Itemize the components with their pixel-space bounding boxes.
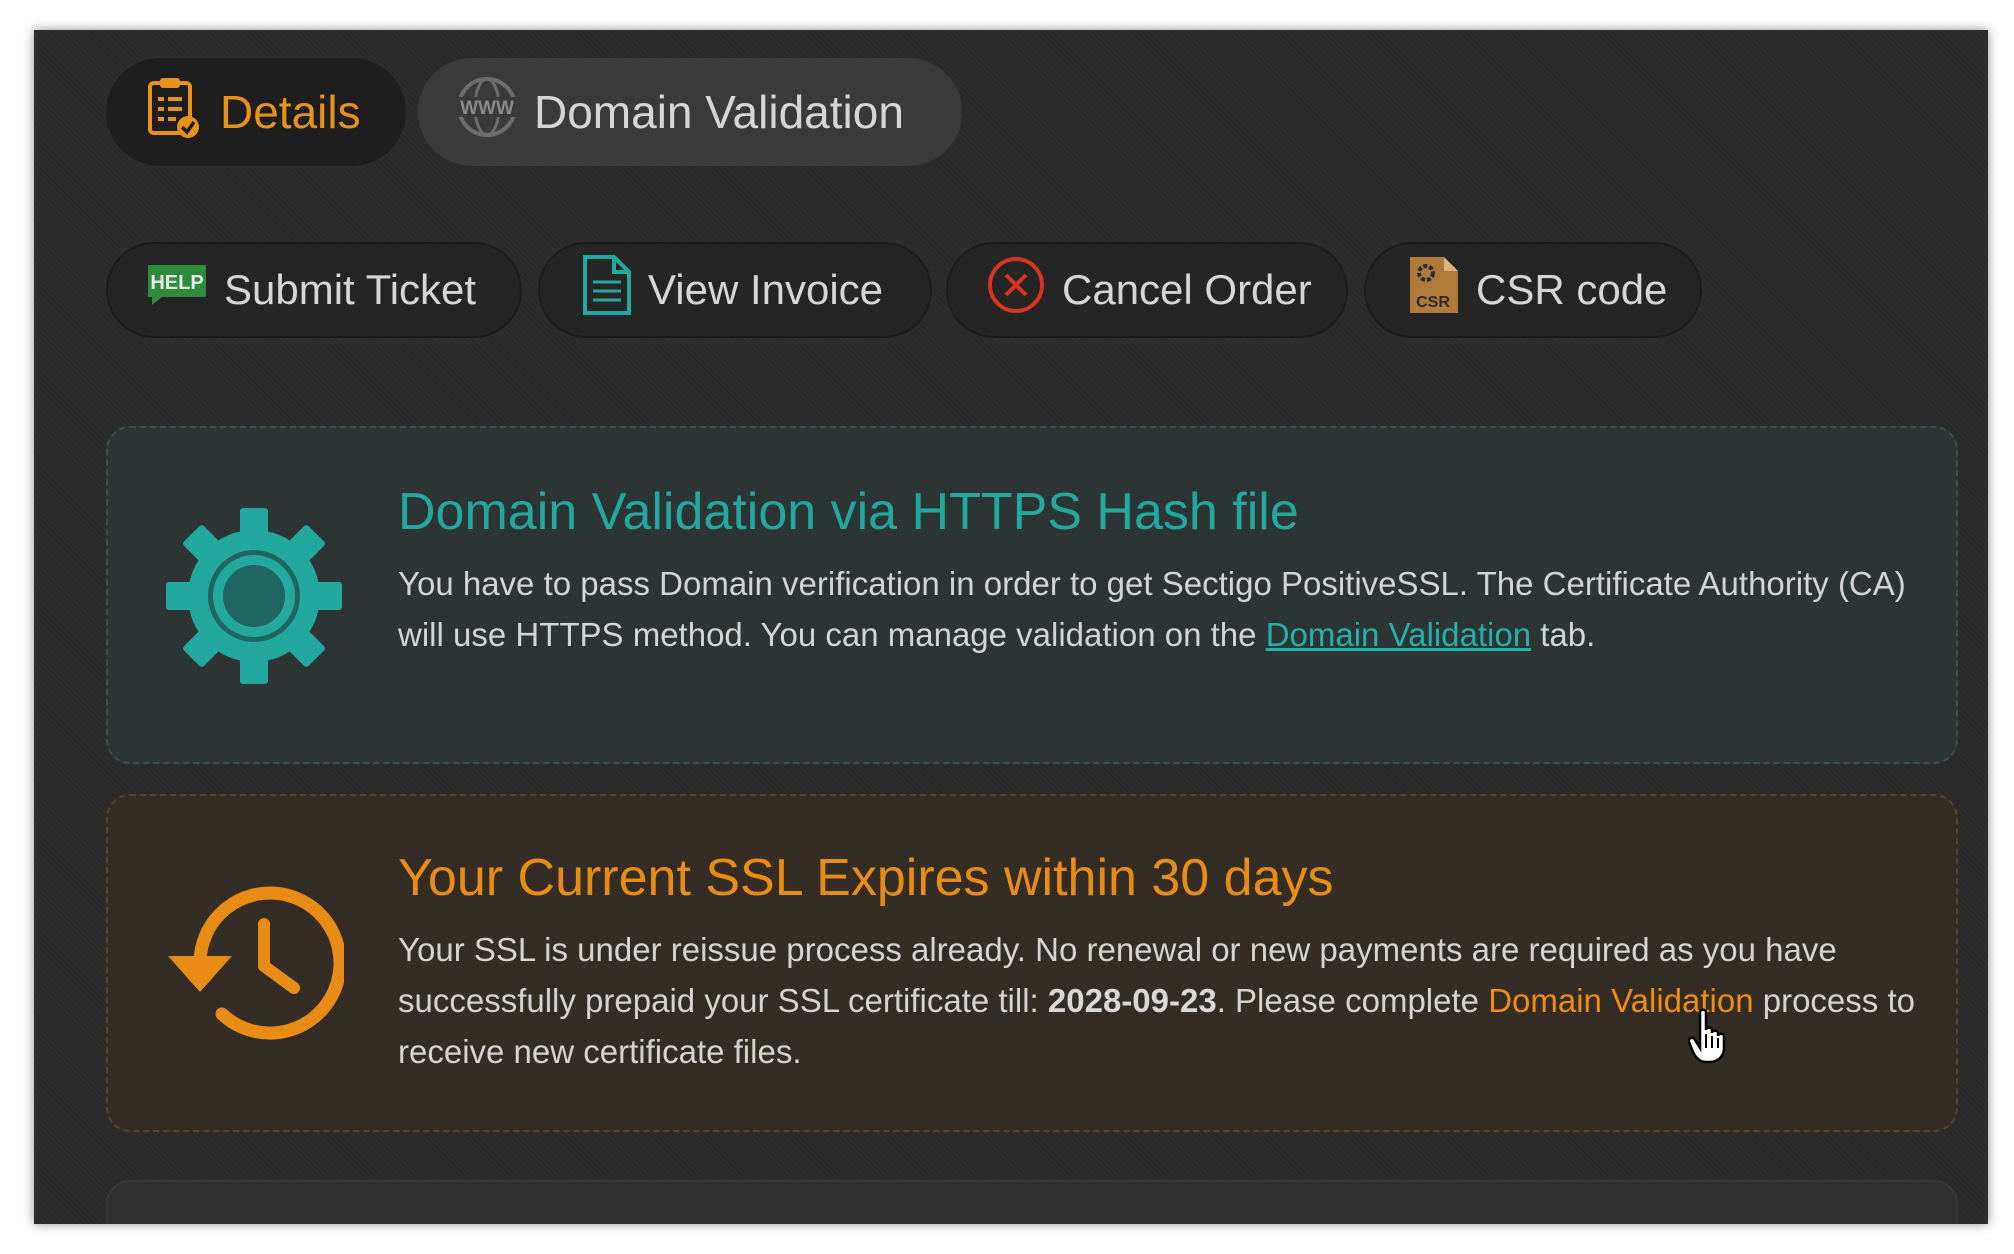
tab-details[interactable]: Details: [106, 58, 406, 166]
validation-card-title: Domain Validation via HTTPS Hash file: [398, 483, 1299, 541]
domain-validation-info-card: Domain Validation via HTTPS Hash file Yo…: [106, 426, 1958, 764]
svg-text:WWW: WWW: [460, 98, 514, 119]
tab-domain-validation[interactable]: WWW Domain Validation: [418, 58, 962, 166]
gear-icon: [166, 508, 342, 689]
validation-card-text: You have to pass Domain verification in …: [398, 565, 1906, 653]
ssl-expiry-card: Your Current SSL Expires within 30 days …: [106, 794, 1958, 1132]
csr-code-label: CSR code: [1476, 266, 1668, 313]
cancel-order-label: Cancel Order: [1062, 266, 1312, 313]
hand-cursor-icon: [1687, 1008, 1728, 1069]
order-details-panel: Details WWW Domain Validation HELP Submi…: [34, 30, 1988, 1224]
csr-file-icon: CSR: [1408, 255, 1460, 325]
cancel-circle-icon: [986, 255, 1046, 325]
expiry-date: 2028-09-23: [1047, 982, 1217, 1019]
view-invoice-button[interactable]: View Invoice: [538, 242, 932, 338]
view-invoice-label: View Invoice: [648, 266, 884, 313]
submit-ticket-label: Submit Ticket: [224, 266, 477, 313]
www-globe-icon: WWW: [454, 75, 520, 150]
clipboard-check-icon: [146, 75, 202, 150]
help-icon: HELP: [146, 263, 208, 317]
expiry-card-title: Your Current SSL Expires within 30 days: [398, 849, 1334, 907]
history-clock-icon: [164, 884, 347, 1049]
tab-details-label: Details: [220, 86, 361, 138]
svg-text:CSR: CSR: [1416, 294, 1450, 311]
cancel-order-button[interactable]: Cancel Order: [946, 242, 1348, 338]
tab-domain-validation-label: Domain Validation: [534, 86, 904, 138]
submit-ticket-button[interactable]: HELP Submit Ticket: [106, 242, 522, 338]
document-icon: [582, 254, 632, 326]
csr-code-button[interactable]: CSR CSR code: [1364, 242, 1702, 338]
domain-validation-link[interactable]: Domain Validation: [1266, 616, 1531, 653]
svg-text:HELP: HELP: [150, 272, 203, 294]
next-card: [106, 1180, 1958, 1224]
